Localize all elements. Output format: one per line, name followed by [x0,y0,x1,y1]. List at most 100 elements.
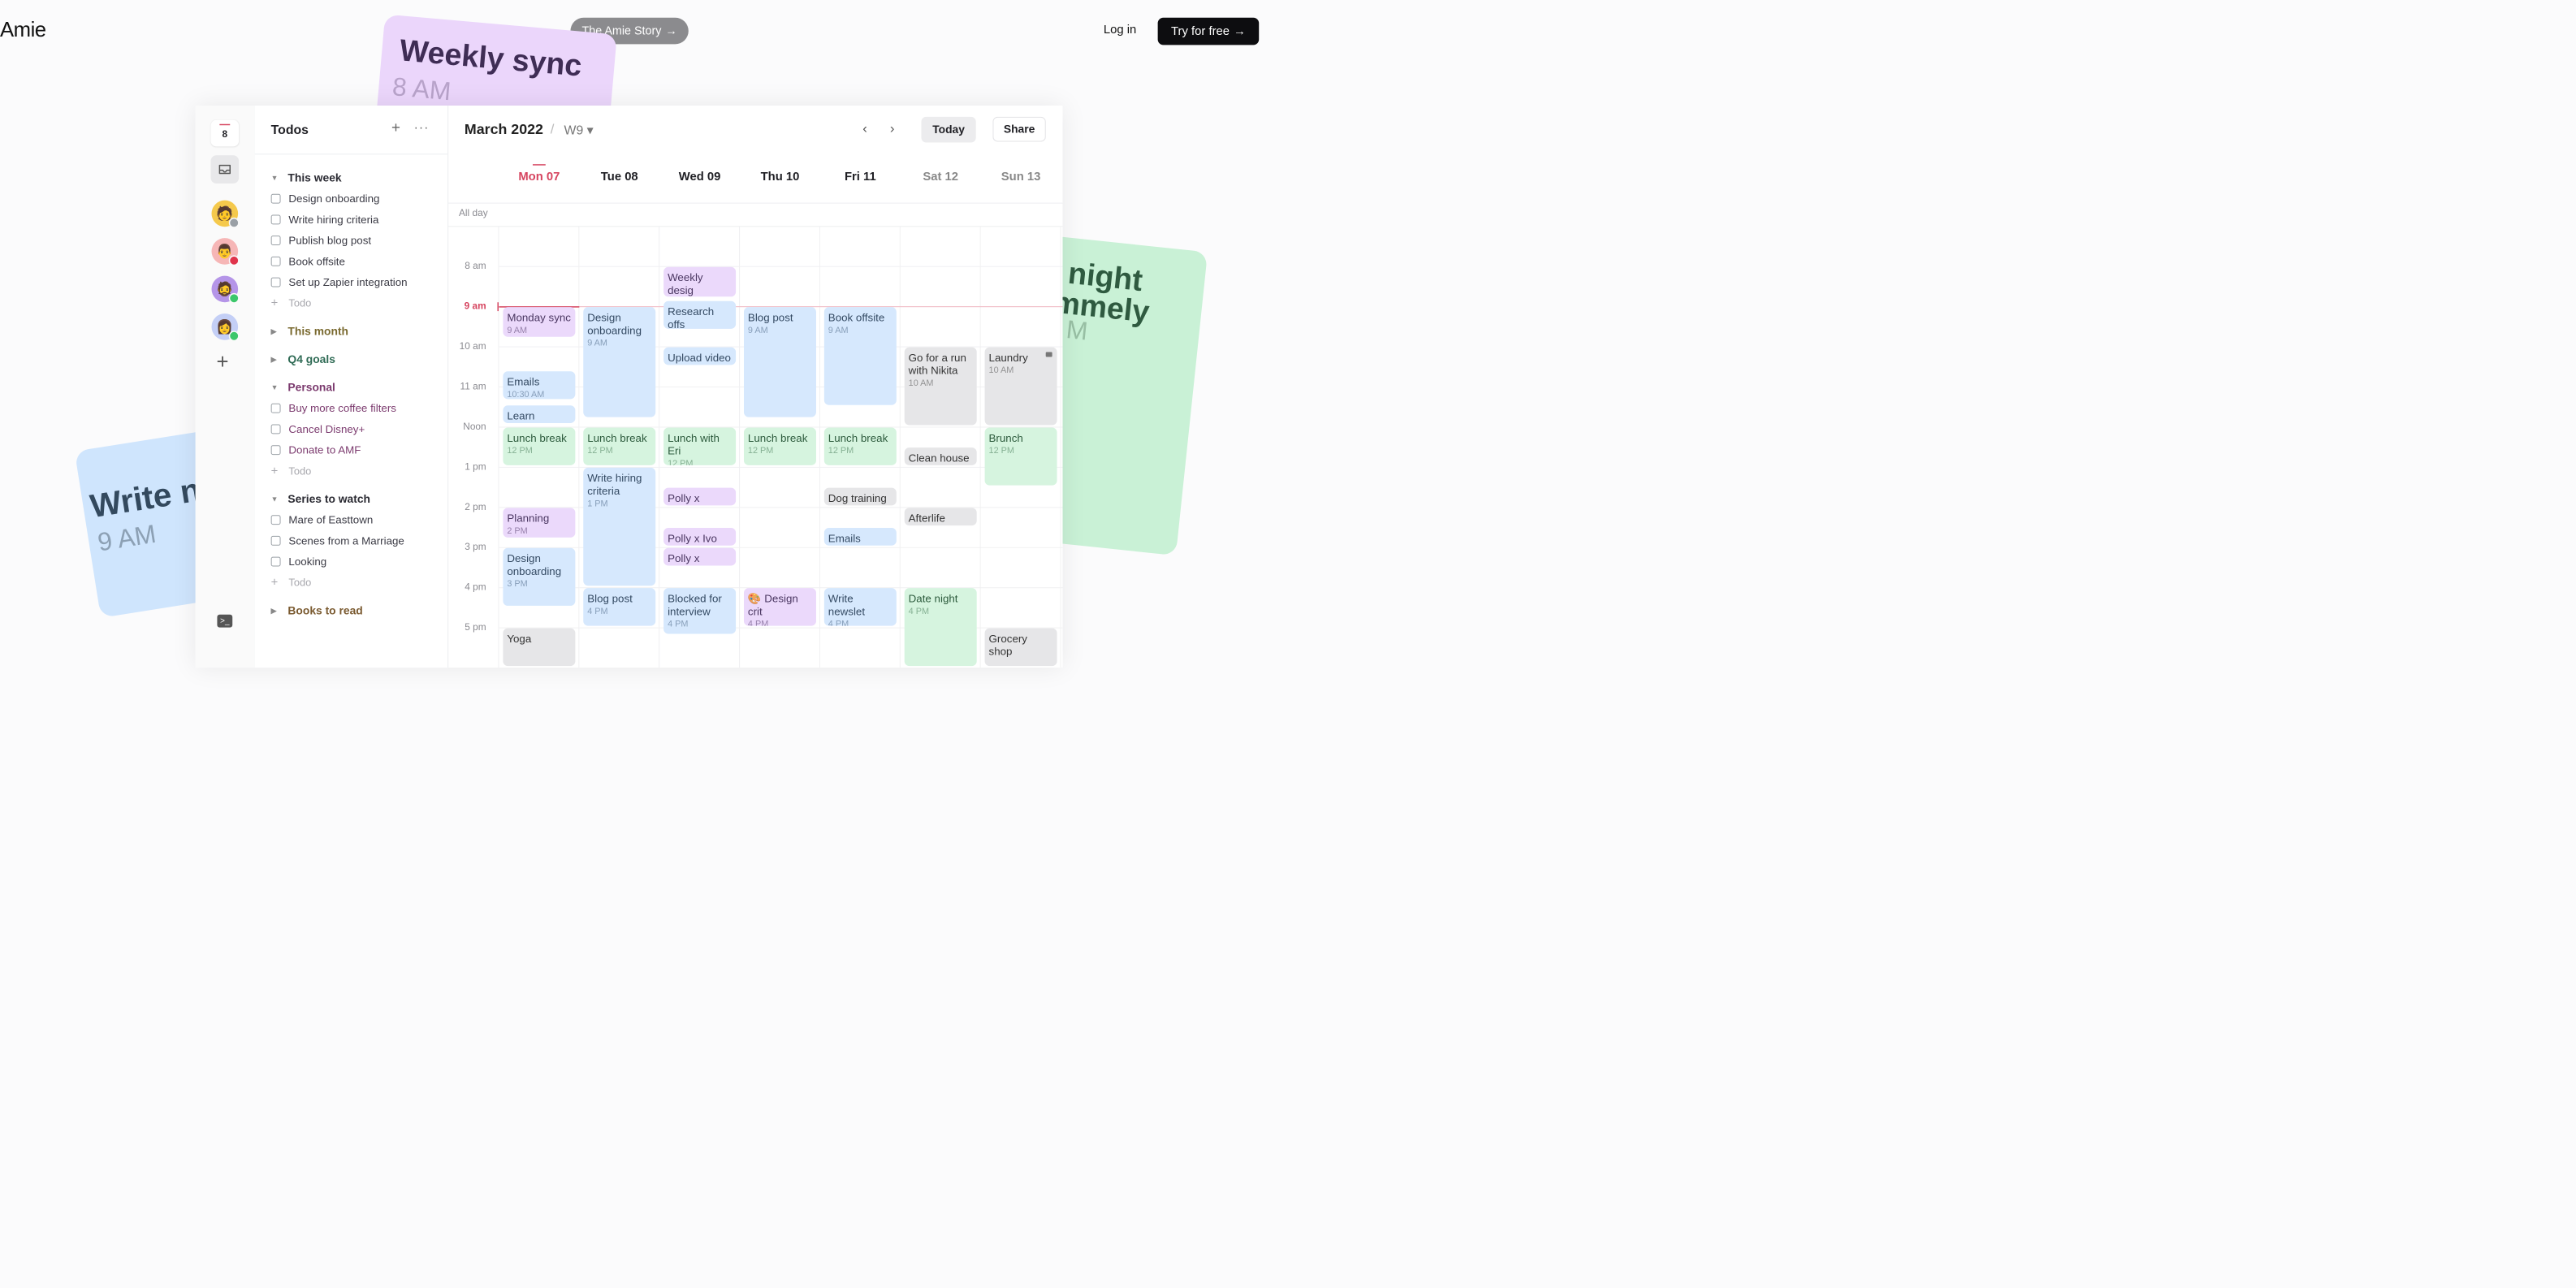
add-todo-row[interactable]: + Todo [271,292,440,313]
calendar-event[interactable]: Blog post 9 AM [743,307,816,417]
todo-item[interactable]: Mare of Easttown [270,509,440,530]
calendar-event[interactable]: Write hiring criteria 1 PM [583,467,656,586]
todo-item[interactable]: Scenes from a Marriage [270,530,440,551]
try-for-free-button[interactable]: Try for free → [1157,17,1260,45]
todo-item[interactable]: Write hiring criteria [270,210,440,231]
todo-checkbox[interactable] [270,535,281,546]
todo-checkbox[interactable] [270,445,281,456]
calendar-event[interactable]: Design onboarding 9 AM [583,307,656,417]
todo-checkbox[interactable] [270,256,281,266]
todo-item[interactable]: Donate to AMF [270,439,440,460]
calendar-event[interactable]: Afterlife [904,508,977,526]
day-header[interactable]: Tue 08 [579,170,659,184]
calendar-event[interactable]: Lunch break 12 PM [583,427,656,465]
todo-checkbox[interactable] [270,277,281,287]
calendar-event[interactable]: Brunch 12 PM [984,427,1057,486]
grid-hour-line [499,627,1063,629]
add-icon[interactable]: + [216,352,228,373]
current-time-label: 9 am [464,300,486,312]
calendar-event[interactable]: Learn Framer [503,405,576,424]
todo-section-header[interactable]: ▼ Series to watch [271,489,440,510]
calendar-event[interactable]: Lunch break 12 PM [823,427,897,465]
inbox-icon[interactable] [210,155,240,184]
todo-section-header[interactable]: ▶ This month [271,321,440,342]
todo-item[interactable]: Set up Zapier integration [270,272,440,293]
calendar-event[interactable]: Book offsite 9 AM [823,307,897,405]
day-header[interactable]: Sun 13 [981,170,1061,184]
todo-checkbox[interactable] [270,193,281,204]
calendar-icon[interactable]: 8 [210,119,240,147]
todo-checkbox[interactable] [270,424,281,434]
event-time: 10:30 AM [507,389,545,400]
add-todo-row[interactable]: + Todo [271,572,440,593]
calendar-event[interactable]: Emails 10:30 AM [503,371,576,400]
todo-checkbox[interactable] [270,236,281,246]
login-link[interactable]: Log in [1104,23,1136,37]
avatar-user-1[interactable]: 🧑 [211,200,240,228]
todo-item[interactable]: Book offsite [270,251,440,272]
calendar-event[interactable]: Polly x Antoin [663,547,737,566]
today-button[interactable]: Today [921,116,976,143]
todo-section-header[interactable]: ▼ This week [271,167,440,188]
more-icon[interactable]: ··· [414,120,430,135]
todo-item[interactable]: Publish blog post [270,230,440,251]
calendar-event[interactable]: Upload video [663,347,737,365]
todo-item[interactable]: Buy more coffee filters [270,398,440,419]
add-todo-icon[interactable]: + [391,119,400,136]
calendar-event[interactable]: Blog post 4 PM [583,588,656,626]
calendar-event[interactable]: Research offs8:45 AM [663,300,737,329]
calendar-event[interactable]: Monday sync 9 AM [503,307,576,337]
todo-checkbox[interactable] [270,556,281,567]
event-time: 4 PM [587,605,608,616]
todo-item[interactable]: Design onboarding [270,188,440,210]
calendar-event[interactable]: Go for a run with Nikita 10 AM [904,347,977,426]
todo-checkbox[interactable] [270,403,281,413]
todo-section-header[interactable]: ▼ Personal [271,377,440,398]
calendar-event[interactable]: Planning 2 PM [503,508,576,538]
calendar-event[interactable]: Yoga [503,628,576,667]
day-header[interactable]: Mon 07 [499,170,579,184]
brand-logo[interactable]: Amie [0,18,46,42]
calendar-event[interactable]: Lunch break 12 PM [743,427,816,465]
calendar-event[interactable]: Write newslet 4 PM [823,588,897,626]
calendar-event[interactable]: Polly x Stefan [663,487,737,506]
calendar-event[interactable]: Blocked for interview 4 PM [663,588,737,634]
month-title: March 2022 [464,120,543,138]
grid-column-line [578,226,580,668]
time-grid[interactable]: 8 am 10 am 11 am Noon 1 pm 2 pm 3 pm 4 pm 5 pm 9 … [447,226,1063,668]
calendar-event[interactable]: Dog training [823,487,897,506]
todo-checkbox[interactable] [270,214,281,225]
calendar-event[interactable]: Grocery shop [984,628,1057,667]
terminal-icon[interactable]: >_ [217,614,233,628]
calendar-event[interactable]: Clean house [904,447,977,465]
status-dot [228,331,240,342]
calendar-event[interactable]: Design onboarding 3 PM [503,547,576,606]
todo-item[interactable]: Looking [270,551,440,573]
day-header[interactable]: Thu 10 [740,170,820,184]
week-selector[interactable]: W9 ▾ [564,123,594,138]
calendar-event[interactable]: Weekly desig8 AM [663,266,737,297]
todo-section-header[interactable]: ▶ Books to read [271,600,440,621]
todo-section-header[interactable]: ▶ Q4 goals [271,349,440,370]
avatar-user-4[interactable]: 👩 [211,313,240,342]
calendar-event[interactable]: Laundry 10 AM [984,347,1057,426]
calendar-event[interactable]: Lunch break 12 PM [503,427,576,465]
todo-item[interactable]: Cancel Disney+ [270,419,440,440]
add-todo-row[interactable]: + Todo [271,460,440,482]
calendar-event[interactable]: 🎨 Design crit 4 PM [743,588,816,626]
day-header[interactable]: Wed 09 [659,170,740,184]
todo-checkbox[interactable] [270,515,281,525]
avatar-user-3[interactable]: 🧔 [211,275,240,304]
event-time: 4 PM [828,618,849,626]
avatar-user-2[interactable]: 👨 [211,238,240,266]
chevron-right-icon[interactable]: › [890,121,895,136]
calendar-event[interactable]: Emails [823,528,897,546]
calendar-event[interactable]: Lunch with Eri 12 PM [663,427,737,465]
calendar-event[interactable]: Date night 4 PM [904,588,977,667]
chevron-left-icon[interactable]: ‹ [862,121,867,136]
all-day-row[interactable] [447,202,1063,227]
day-header[interactable]: Sat 12 [901,170,981,184]
calendar-event[interactable]: Polly x Ivo [663,528,737,546]
day-header[interactable]: Fri 11 [820,170,901,184]
share-button[interactable]: Share [992,116,1046,142]
